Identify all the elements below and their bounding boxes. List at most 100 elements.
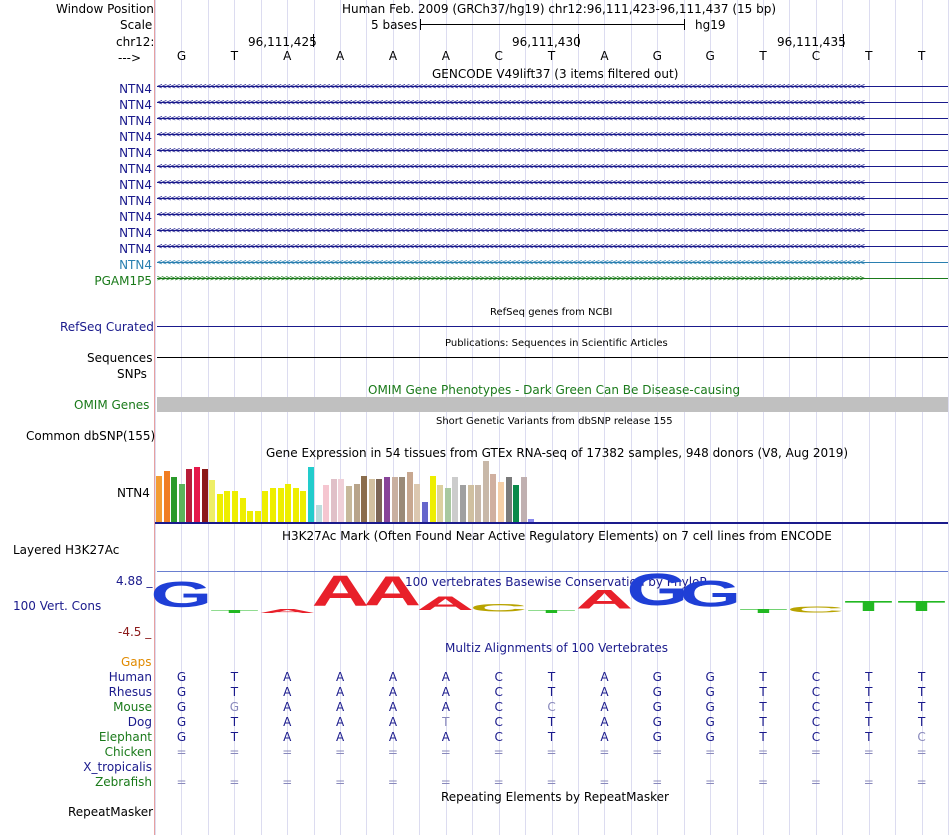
gtex-bar-chart[interactable] [156,460,536,522]
gtex-bar[interactable] [300,491,307,522]
gtex-bar[interactable] [308,467,315,522]
refseq-label[interactable]: RefSeq Curated [60,320,154,334]
gtex-bar[interactable] [156,475,163,522]
gtex-bar[interactable] [460,484,467,522]
gene-label[interactable]: NTN4 [119,226,152,240]
gtex-bar[interactable] [270,487,277,522]
gtex-bar[interactable] [315,504,322,522]
refseq-line[interactable] [157,326,948,327]
gtex-bar[interactable] [361,475,368,522]
gtex-bar[interactable] [186,468,193,522]
gtex-bar[interactable] [277,487,284,522]
repeatmasker-label[interactable]: RepeatMasker [68,805,153,819]
gene-label[interactable]: NTN4 [119,98,152,112]
gtex-bar[interactable] [247,510,254,522]
gtex-bar[interactable] [232,491,239,522]
gtex-bar[interactable] [262,491,269,522]
publications-label[interactable]: Sequences [87,351,152,365]
species-label[interactable]: Dog [128,715,152,729]
gtex-bar[interactable] [330,478,337,522]
gtex-bar[interactable] [444,487,451,522]
gtex-bar[interactable] [346,486,353,522]
gtex-bar[interactable] [216,494,223,522]
gtex-bar[interactable] [163,471,170,522]
gtex-bar[interactable] [201,469,208,522]
species-label[interactable]: Chicken [105,745,152,759]
gtex-bar[interactable] [376,478,383,522]
gtex-bar[interactable] [520,477,527,522]
gtex-bar[interactable] [338,478,345,522]
gtex-bar[interactable] [475,484,482,522]
alignment-base: = [863,775,874,789]
gtex-bar[interactable] [414,483,421,522]
gtex-bar[interactable] [292,487,299,522]
gtex-bar[interactable] [285,483,292,522]
gtex-bar[interactable] [482,461,489,522]
gene-label[interactable]: NTN4 [119,146,152,160]
gtex-bar[interactable] [422,502,429,522]
phylop-letter: T [897,597,946,615]
species-label[interactable]: Human [109,670,152,684]
gtex-bar[interactable] [353,483,360,522]
alignment-base: T [865,685,873,699]
phylop-label[interactable]: 100 Vert. Cons [13,599,101,613]
publications-title[interactable]: Publications: Sequences in Scientific Ar… [445,338,668,349]
gtex-bar[interactable] [429,475,436,522]
gencode-title[interactable]: GENCODE V49lift37 (3 items filtered out) [432,67,678,81]
gtex-bar[interactable] [498,481,505,522]
dbsnp-title[interactable]: Short Genetic Variants from dbSNP releas… [436,416,673,427]
gtex-bar[interactable] [452,477,459,522]
species-label[interactable]: X_tropicalis [83,760,152,774]
gtex-bar[interactable] [368,478,375,522]
gtex-bar[interactable] [490,473,497,522]
gtex-bar[interactable] [254,510,261,522]
gtex-title[interactable]: Gene Expression in 54 tissues from GTEx … [266,446,848,460]
scale-bar-left-tick [420,19,421,30]
omim-gene-bar[interactable] [157,397,948,412]
gene-label[interactable]: NTN4 [119,242,152,256]
species-label[interactable]: Rhesus [109,685,152,699]
gene-label[interactable]: PGAM1P5 [94,274,152,288]
gene-label[interactable]: NTN4 [119,82,152,96]
gtex-bar[interactable] [171,477,178,522]
gtex-bar[interactable] [505,477,512,522]
gtex-bar[interactable] [406,472,413,522]
window-position-value[interactable]: Human Feb. 2009 (GRCh37/hg19) chr12:96,1… [342,2,776,16]
gtex-bar[interactable] [467,484,474,522]
gtex-bar[interactable] [224,491,231,522]
omim-label[interactable]: OMIM Genes [74,398,149,412]
gtex-bar[interactable] [323,484,330,522]
snps-label[interactable]: SNPs [117,367,147,381]
publications-line[interactable] [157,357,948,358]
alignment-base: A [388,670,398,684]
dbsnp-label[interactable]: Common dbSNP(155) [26,429,155,443]
gene-label[interactable]: NTN4 [119,258,152,272]
gtex-bar[interactable] [437,484,444,522]
gtex-bar[interactable] [384,477,391,522]
gene-label[interactable]: NTN4 [119,194,152,208]
gene-label[interactable]: NTN4 [119,130,152,144]
gene-label[interactable]: NTN4 [119,114,152,128]
h3k27ac-title[interactable]: H3K27Ac Mark (Often Found Near Active Re… [282,529,832,543]
gene-label[interactable]: NTN4 [119,178,152,192]
gtex-bar[interactable] [399,477,406,522]
gtex-bar[interactable] [239,498,246,522]
gtex-bar[interactable] [513,484,520,522]
gaps-label[interactable]: Gaps [121,655,152,669]
species-label[interactable]: Mouse [113,700,152,714]
species-label[interactable]: Elephant [99,730,152,744]
multiz-title[interactable]: Multiz Alignments of 100 Vertebrates [445,641,668,655]
h3k27ac-label[interactable]: Layered H3K27Ac [13,543,119,557]
gene-label[interactable]: NTN4 [119,210,152,224]
omim-title[interactable]: OMIM Gene Phenotypes - Dark Green Can Be… [368,383,740,397]
gtex-bar[interactable] [391,477,398,522]
species-label[interactable]: Zebrafish [95,775,152,789]
gene-label[interactable]: NTN4 [119,162,152,176]
refseq-title[interactable]: RefSeq genes from NCBI [490,307,612,318]
gtex-bar[interactable] [209,479,216,522]
alignment-base: = [387,745,398,759]
gtex-label[interactable]: NTN4 [117,486,150,500]
repeatmasker-title[interactable]: Repeating Elements by RepeatMasker [441,790,669,804]
gtex-bar[interactable] [178,483,185,522]
gtex-bar[interactable] [194,467,201,522]
